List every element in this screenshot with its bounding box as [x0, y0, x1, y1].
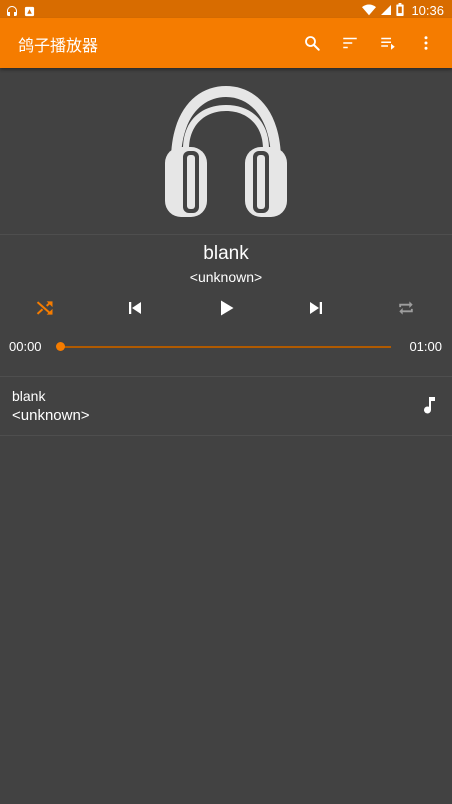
status-time: 10:36	[411, 3, 444, 18]
next-button[interactable]	[302, 294, 330, 322]
now-playing-artist: <unknown>	[189, 269, 263, 285]
playlist-add-icon	[381, 37, 395, 50]
list-item-title: blank	[12, 388, 46, 404]
duration-time: 01:00	[409, 339, 442, 354]
search-button[interactable]	[300, 31, 324, 55]
repeat-icon	[399, 301, 413, 315]
play-button[interactable]	[212, 294, 240, 322]
music-note-icon	[422, 395, 438, 415]
sort-icon	[343, 37, 357, 49]
app-toolbar: 鸽子播放器	[0, 18, 452, 68]
queue-button[interactable]	[376, 31, 400, 55]
previous-button[interactable]	[121, 294, 149, 322]
headphones-icon	[165, 86, 287, 217]
playback-controls	[0, 294, 452, 322]
seek-bar[interactable]	[56, 342, 391, 351]
app-title: 鸽子播放器	[18, 36, 99, 55]
skip-previous-icon	[129, 302, 141, 314]
divider	[0, 435, 452, 436]
play-icon	[221, 300, 234, 316]
list-item[interactable]: blank <unknown>	[0, 377, 452, 435]
skip-next-icon	[310, 302, 322, 314]
more-vert-icon	[424, 36, 428, 50]
more-options-button[interactable]	[414, 31, 438, 55]
list-item-artist: <unknown>	[12, 407, 90, 424]
now-playing-title: blank	[203, 243, 249, 264]
status-bar: 10:36	[0, 0, 452, 18]
elapsed-time: 00:00	[9, 339, 42, 354]
divider	[0, 234, 452, 235]
shuffle-button[interactable]	[31, 294, 59, 322]
shuffle-icon	[36, 301, 53, 315]
seek-thumb[interactable]	[56, 342, 65, 351]
album-art	[0, 68, 452, 234]
search-icon	[305, 36, 320, 51]
repeat-button[interactable]	[392, 294, 420, 322]
sort-button[interactable]	[338, 31, 362, 55]
